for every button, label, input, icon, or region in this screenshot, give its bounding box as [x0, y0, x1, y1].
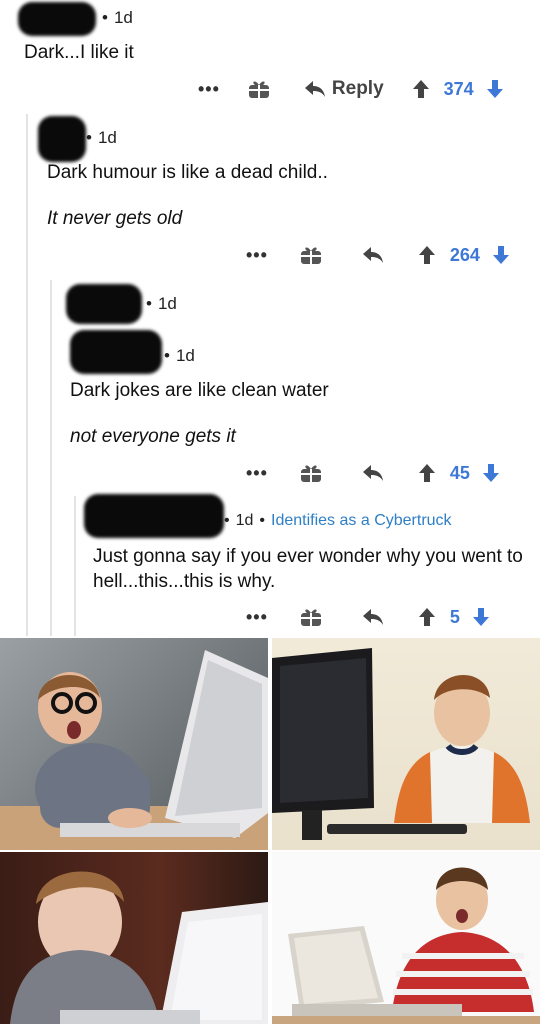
- redacted-username: [18, 2, 96, 36]
- thread-line[interactable]: [26, 114, 28, 636]
- image-boy-glowing-laptop: [0, 852, 268, 1024]
- gift-icon[interactable]: [300, 463, 322, 483]
- score: 374: [443, 78, 474, 99]
- downvote-icon[interactable]: [486, 79, 504, 99]
- comment-body: Just gonna say if you ever wonder why yo…: [93, 546, 523, 592]
- comment-body-punchline: It never gets old: [47, 208, 183, 229]
- redacted-username: [84, 494, 224, 538]
- redacted-username: [70, 330, 162, 374]
- downvote-icon[interactable]: [482, 463, 500, 483]
- comment-time: 1d: [175, 346, 195, 365]
- comment-meta: • 1d: [164, 346, 195, 365]
- gift-icon[interactable]: [248, 79, 270, 99]
- comment-body: Dark humour is like a dead child..: [47, 162, 328, 183]
- comment-body-punchline: not everyone gets it: [70, 426, 236, 447]
- image-shocked-boy-glasses: [0, 638, 268, 850]
- reply-button[interactable]: Reply: [332, 78, 384, 100]
- upvote-icon[interactable]: [412, 79, 430, 99]
- redacted-username: [38, 116, 86, 162]
- upvote-icon[interactable]: [418, 607, 436, 627]
- more-icon[interactable]: •••: [246, 463, 268, 484]
- reply-icon[interactable]: [362, 608, 384, 626]
- reply-icon[interactable]: [362, 246, 384, 264]
- thread-line[interactable]: [74, 496, 76, 636]
- score: 5: [449, 606, 460, 627]
- comment-meta: • 1d: [146, 294, 177, 313]
- comment-body: Dark jokes are like clean water: [70, 380, 329, 401]
- comment-actions: ••• Reply 374: [198, 74, 504, 104]
- redacted-username: [66, 284, 142, 324]
- comment-body: Dark...I like it: [24, 42, 134, 63]
- downvote-icon[interactable]: [472, 607, 490, 627]
- upvote-icon[interactable]: [418, 245, 436, 265]
- thread-line[interactable]: [50, 280, 52, 636]
- comment-meta: • 1d • Identifies as a Cybertruck: [224, 512, 452, 529]
- score: 264: [449, 244, 480, 265]
- comment-actions: ••• 45: [246, 458, 500, 488]
- image-excited-boy-striped: [272, 852, 540, 1024]
- comment-actions: ••• 5: [246, 602, 490, 632]
- reply-icon[interactable]: [304, 80, 326, 98]
- comment-time: 1d: [113, 8, 133, 27]
- upvote-icon[interactable]: [418, 463, 436, 483]
- more-icon[interactable]: •••: [246, 607, 268, 628]
- gift-icon[interactable]: [300, 607, 322, 627]
- comment-time: 1d: [97, 128, 117, 147]
- downvote-icon[interactable]: [492, 245, 510, 265]
- comment-time: 1d: [235, 512, 254, 529]
- more-icon[interactable]: •••: [198, 79, 220, 100]
- more-icon[interactable]: •••: [246, 245, 268, 266]
- image-smiling-boy-desktop: [272, 638, 540, 850]
- gift-icon[interactable]: [300, 245, 322, 265]
- score: 45: [449, 462, 470, 483]
- comment-meta: • 1d: [86, 128, 117, 147]
- reply-icon[interactable]: [362, 464, 384, 482]
- comment-time: 1d: [157, 294, 177, 313]
- comment-meta: • 1d: [102, 8, 133, 27]
- user-flair: Identifies as a Cybertruck: [271, 512, 452, 529]
- comment-actions: ••• 264: [246, 240, 510, 270]
